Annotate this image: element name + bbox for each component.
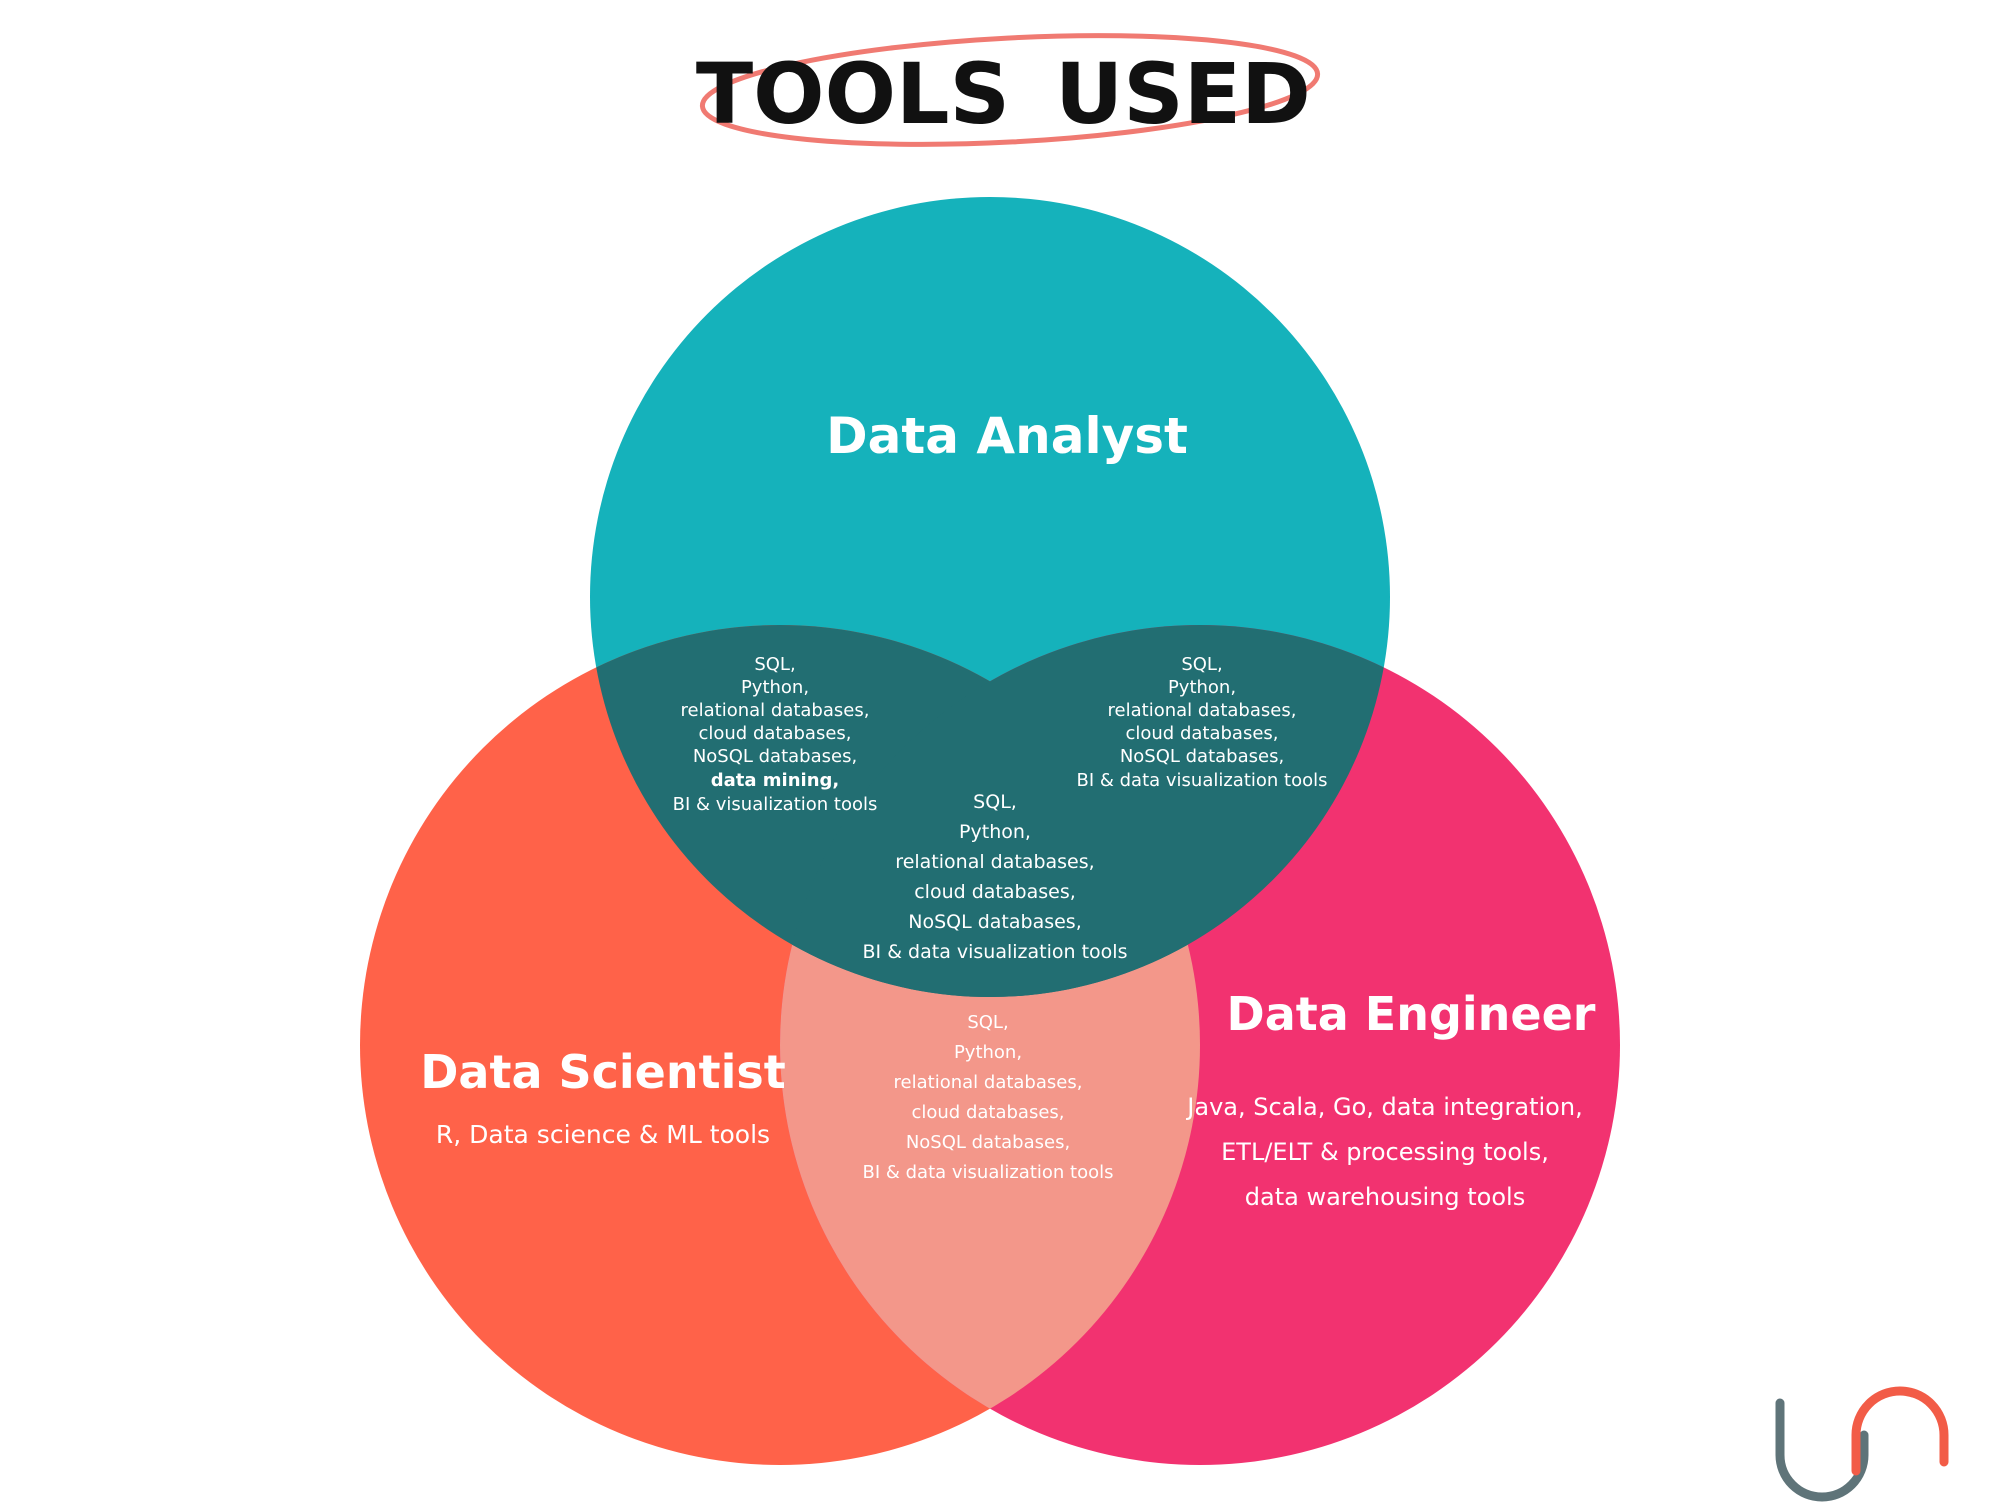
overlap-text-line: Python,: [954, 1042, 1022, 1063]
overlap-text-line: SQL,: [754, 654, 795, 675]
overlap-text-line: NoSQL databases,: [908, 911, 1082, 933]
heading-data-engineer: Data Engineer: [1227, 987, 1596, 1041]
overlap-text-line: Python,: [959, 821, 1031, 843]
scientist-tools: R, Data science & ML tools: [436, 1120, 770, 1149]
engineer-tools: Java, Scala, Go, data integration, ETL/E…: [1185, 1093, 1582, 1211]
overlap-text-line: Python,: [741, 677, 809, 698]
engineer-tools-line: ETL/ELT & processing tools,: [1221, 1138, 1549, 1166]
overlap-text-line: NoSQL databases,: [906, 1132, 1070, 1153]
heading-data-scientist: Data Scientist: [420, 1045, 786, 1099]
overlap-text-line: relational databases,: [681, 700, 870, 721]
overlap-text-line: Python,: [1168, 677, 1236, 698]
title-block: TOOLS USED: [696, 33, 1321, 147]
overlap-text-line: SQL,: [973, 791, 1017, 813]
overlap-text-line: cloud databases,: [1125, 723, 1278, 744]
overlap-text-line: relational databases,: [1108, 700, 1297, 721]
overlap-text-line: relational databases,: [894, 1072, 1083, 1093]
venn-diagram: TOOLS USED Data Analyst Data Scientist D…: [360, 33, 1949, 1502]
overlap-text-line: SQL,: [967, 1012, 1008, 1033]
overlap-text-line-bold: data mining,: [711, 770, 840, 791]
overlap-text-line: NoSQL databases,: [1120, 746, 1284, 767]
overlap-text-line: BI & data visualization tools: [862, 1162, 1113, 1183]
overlap-text-line: BI & data visualization tools: [1076, 770, 1327, 791]
overlap-text-line: cloud databases,: [698, 723, 851, 744]
overlap-text-line: BI & data visualization tools: [863, 941, 1128, 963]
overlap-text-line: relational databases,: [895, 851, 1094, 873]
scientist-tools-line: R, Data science & ML tools: [436, 1120, 770, 1149]
engineer-tools-line: Java, Scala, Go, data integration,: [1185, 1093, 1582, 1121]
title-word-used: USED: [1055, 45, 1311, 143]
title-word-tools: TOOLS: [696, 45, 1010, 143]
overlap-text-line: cloud databases,: [911, 1102, 1064, 1123]
brand-logo-icon: [1775, 1386, 1949, 1502]
overlap-text-line: BI & visualization tools: [673, 794, 878, 815]
venn-diagram-page: TOOLS USED Data Analyst Data Scientist D…: [0, 0, 1999, 1511]
overlap-text-line: SQL,: [1181, 654, 1222, 675]
overlap-text-line: NoSQL databases,: [693, 746, 857, 767]
overlap-text-line: cloud databases,: [914, 881, 1076, 903]
engineer-tools-line: data warehousing tools: [1245, 1183, 1525, 1211]
heading-data-analyst: Data Analyst: [826, 407, 1188, 465]
